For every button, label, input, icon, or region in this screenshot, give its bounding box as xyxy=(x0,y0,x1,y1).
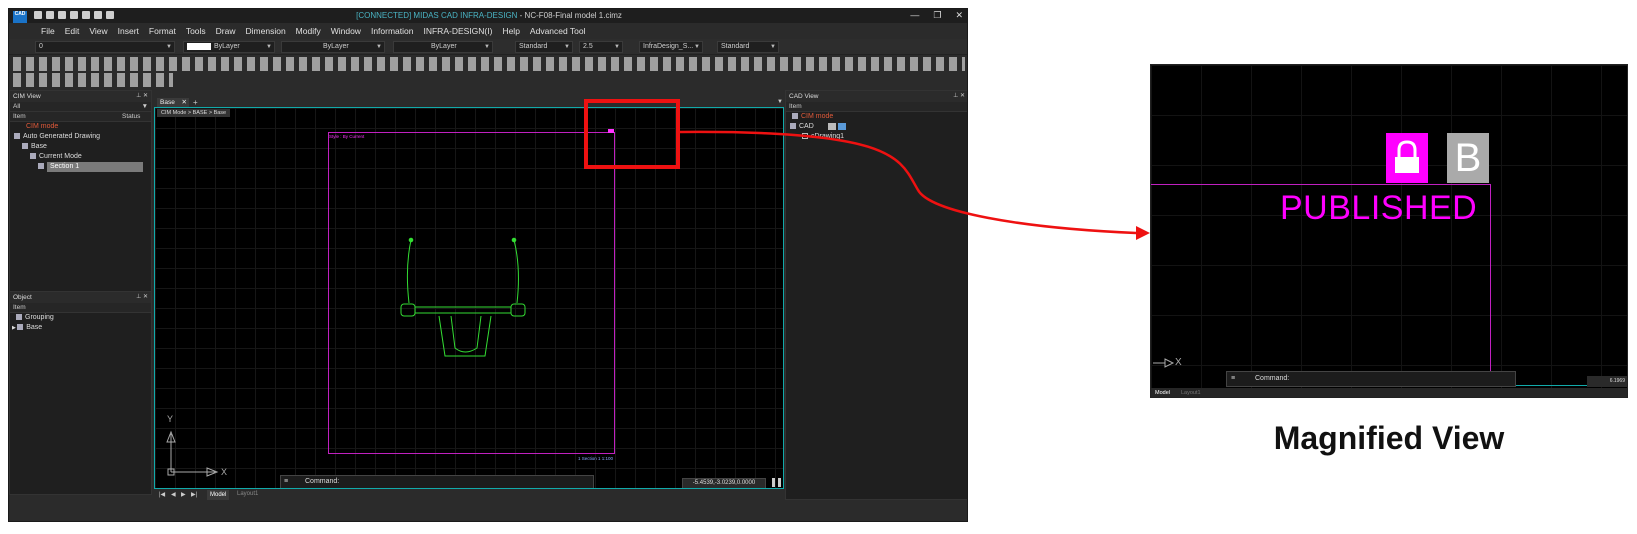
lock-icon xyxy=(1386,133,1428,183)
published-label: PUBLISHED xyxy=(1280,189,1478,227)
tab-layout1: Layout1 xyxy=(1181,390,1201,396)
sheet-border-right xyxy=(1490,184,1491,384)
tab-model: Model xyxy=(1155,390,1170,396)
command-line: ≡ Command: xyxy=(1226,371,1516,387)
layout-tabs: Model Layout1 xyxy=(1151,388,1627,397)
axis-x-label: X xyxy=(1175,357,1182,368)
base-badge: B xyxy=(1447,133,1489,183)
sheet-border-top xyxy=(1151,184,1491,185)
magnified-view-caption: Magnified View xyxy=(1273,420,1505,456)
magnified-view: B PUBLISHED X ≡ Command: 6.1969 Model Lay… xyxy=(1150,64,1628,398)
coordinate-readout: 6.1969 xyxy=(1587,376,1627,387)
menu-icon: ≡ xyxy=(1231,375,1236,382)
lock-glyph xyxy=(1395,140,1419,173)
